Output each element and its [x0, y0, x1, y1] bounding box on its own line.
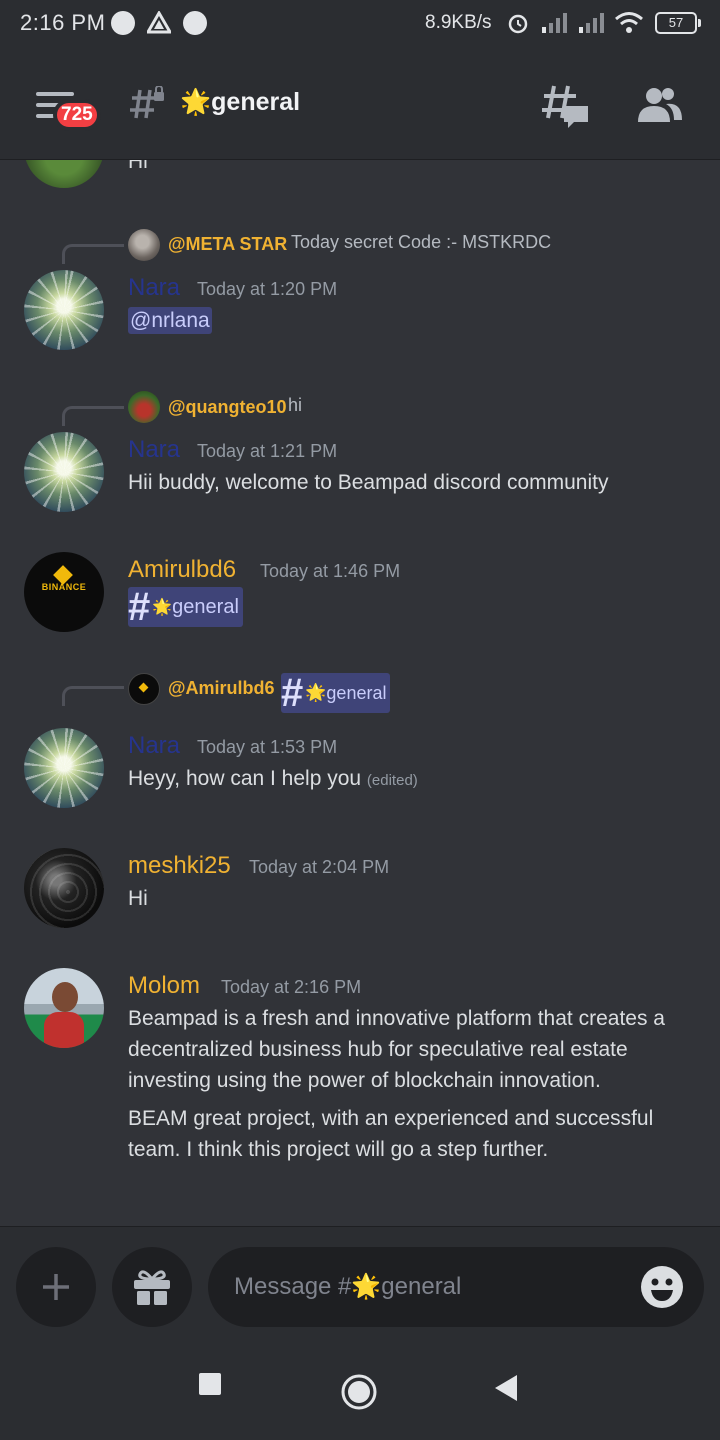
channel-title[interactable]: 🌟general: [180, 88, 300, 117]
avatar[interactable]: [24, 968, 104, 1048]
gift-icon: [134, 1270, 170, 1305]
status-bar: 2:16 PM 8.9KB/s 57: [0, 0, 720, 48]
recent-apps-icon[interactable]: [198, 1372, 222, 1396]
back-icon[interactable]: [494, 1374, 518, 1402]
alarm-icon: [508, 14, 528, 34]
avatar[interactable]: [24, 432, 104, 512]
battery-icon: 57: [655, 12, 701, 34]
username[interactable]: Amirulbd6: [128, 556, 236, 584]
hash-icon: #: [281, 671, 304, 715]
avatar[interactable]: [24, 848, 104, 928]
hash-icon: #: [128, 585, 151, 629]
username[interactable]: meshki25: [128, 852, 231, 880]
emoji-picker-icon[interactable]: [640, 1265, 684, 1309]
username[interactable]: Nara: [128, 732, 180, 760]
reply-connector: [62, 406, 124, 426]
avatar[interactable]: [24, 160, 104, 188]
add-attachment-button[interactable]: [16, 1247, 96, 1327]
user-mention[interactable]: @nrlana: [128, 307, 212, 334]
timestamp: Today at 1:46 PM: [260, 561, 401, 581]
message-line: BEAM great project, with an experienced …: [128, 1107, 654, 1130]
network-speed: 8.9KB/s: [425, 12, 492, 33]
reply-connector: [62, 244, 124, 264]
message-body: Beampad is a fresh and innovative platfo…: [128, 1003, 698, 1096]
message-body: @nrlana: [128, 305, 212, 336]
reply-avatar[interactable]: [128, 229, 160, 261]
locked-channel-icon: [130, 86, 164, 119]
avatar[interactable]: [24, 270, 104, 350]
reply-username[interactable]: @quangteo10: [168, 397, 287, 418]
avatar-logo-text: BINANCE: [41, 582, 87, 592]
star-emoji-icon: 🌟: [152, 599, 173, 616]
message-body: Hii buddy, welcome to Beampad discord co…: [128, 471, 609, 494]
reply-username[interactable]: @META STAR: [168, 234, 287, 255]
unread-badge: 725: [53, 99, 101, 131]
username[interactable]: Nara: [128, 436, 180, 464]
message-line: investing using the power of blockchain …: [128, 1069, 601, 1092]
message-line: team. I think this project will go a ste…: [128, 1138, 549, 1161]
message-composer: Message #🌟general: [0, 1226, 720, 1340]
edited-label: (edited): [366, 772, 418, 789]
reply-connector: [62, 686, 124, 706]
avatar[interactable]: [24, 728, 104, 808]
message-input[interactable]: Message #🌟general: [208, 1247, 704, 1327]
system-nav-bar: [0, 1340, 720, 1440]
star-emoji-icon: 🌟: [180, 88, 212, 116]
home-icon[interactable]: [340, 1373, 378, 1411]
reply-preview[interactable]: hi: [288, 395, 302, 416]
members-icon[interactable]: [638, 86, 682, 124]
message-text: Heyy, how can I help you: [128, 767, 362, 790]
signal-icon: [579, 13, 604, 33]
message-line: decentralized business hub for speculati…: [128, 1038, 628, 1061]
plus-icon: [43, 1274, 69, 1300]
wifi-icon: [615, 12, 643, 33]
telegram-icon: [183, 11, 207, 35]
star-emoji-icon: 🌟: [305, 683, 327, 702]
message-list[interactable]: Hi @META STAR Today secret Code :- MSTKR…: [0, 160, 720, 1226]
message-body: Hi: [128, 887, 148, 910]
timestamp: Today at 2:04 PM: [249, 857, 390, 877]
channel-mention[interactable]: # 🌟 general: [128, 587, 243, 627]
message-body: BEAM great project, with an experienced …: [128, 1103, 698, 1165]
timestamp: Today at 1:53 PM: [197, 737, 338, 757]
signal-icon: [542, 13, 567, 33]
telegram-icon: [111, 11, 135, 35]
channel-header: 725 🌟general: [0, 48, 720, 160]
gift-button[interactable]: [112, 1247, 192, 1327]
threads-icon[interactable]: [542, 84, 590, 128]
avatar[interactable]: BINANCE: [24, 552, 104, 632]
reply-username[interactable]: @Amirulbd6: [168, 678, 275, 699]
channel-name: general: [211, 88, 301, 116]
triangle-app-icon: [147, 11, 171, 34]
timestamp: Today at 1:21 PM: [197, 441, 338, 461]
message-placeholder: Message #🌟general: [234, 1273, 462, 1300]
reply-avatar[interactable]: [128, 391, 160, 423]
message-body: Hi: [128, 160, 148, 173]
star-emoji-icon: 🌟: [351, 1273, 382, 1300]
username[interactable]: Molom: [128, 972, 200, 1000]
username[interactable]: Nara: [128, 274, 180, 302]
reply-preview[interactable]: Today secret Code :- MSTKRDC: [291, 232, 551, 253]
channel-mention[interactable]: # 🌟 general: [281, 671, 391, 715]
message-body: Heyy, how can I help you (edited): [128, 763, 418, 796]
timestamp: Today at 2:16 PM: [221, 977, 362, 997]
reply-avatar[interactable]: [128, 673, 160, 705]
message-line: Beampad is a fresh and innovative platfo…: [128, 1007, 665, 1030]
timestamp: Today at 1:20 PM: [197, 279, 338, 299]
status-time: 2:16 PM: [20, 10, 106, 35]
